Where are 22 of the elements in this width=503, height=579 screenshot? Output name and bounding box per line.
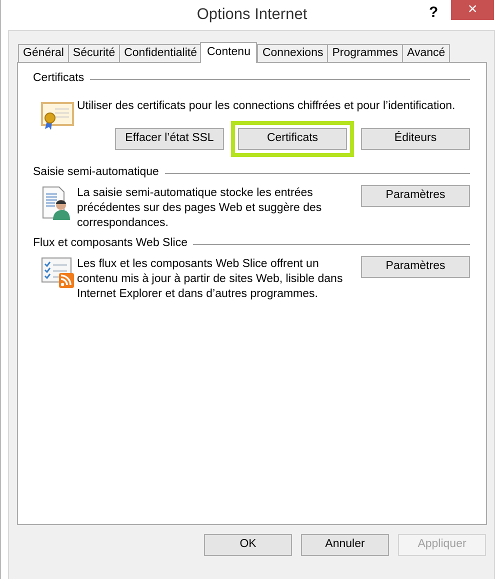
tab[interactable]: Contenu bbox=[200, 42, 258, 63]
close-button[interactable]: × bbox=[451, 0, 494, 20]
description: Les flux et les composants Web Slice offrent un contenu mis à jour à partir de sites Web, lisible dans Internet Explorer et dans d’autres programmes. bbox=[77, 257, 344, 302]
group-title: Certificats bbox=[33, 71, 84, 86]
tab[interactable]: Avancé bbox=[402, 44, 450, 62]
button[interactable]: Paramètres bbox=[361, 185, 470, 207]
certificate-icon bbox=[41, 101, 75, 131]
help-button[interactable]: ? bbox=[429, 2, 438, 24]
description: La saisie semi-automatique stocke les entrées précédentes sur des pages Web et suggère des correspondances. bbox=[77, 186, 323, 231]
button[interactable]: Annuler bbox=[301, 534, 389, 556]
button[interactable]: Effacer l’état SSL bbox=[115, 128, 224, 150]
feed-list-icon bbox=[41, 257, 75, 289]
form-user-icon bbox=[41, 186, 71, 220]
group-title: Flux et composants Web Slice bbox=[33, 236, 188, 252]
button[interactable]: OK bbox=[204, 534, 292, 556]
button[interactable]: Éditeurs bbox=[361, 128, 470, 150]
description: Utiliser des certificats pour les connections chiffrées et pour l’identification. bbox=[77, 99, 456, 114]
tab[interactable]: Connexions bbox=[257, 44, 328, 62]
window-title: Options Internet bbox=[196, 5, 308, 26]
button[interactable]: Paramètres bbox=[361, 256, 470, 278]
group-title: Saisie semi-automatique bbox=[33, 165, 159, 180]
tab[interactable]: Général bbox=[18, 44, 69, 62]
